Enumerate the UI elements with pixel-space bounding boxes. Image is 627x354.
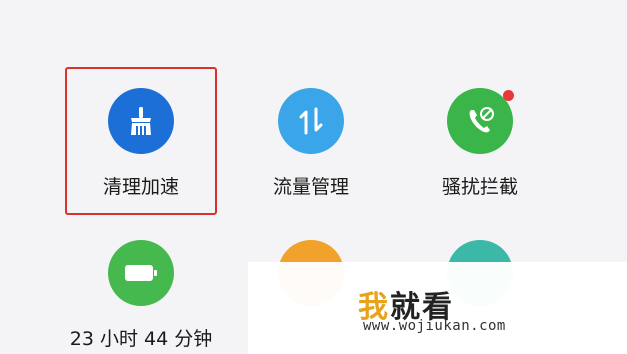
tile-label: 流量管理 — [272, 176, 350, 198]
tile-label: 23 小时 44 分钟 — [69, 328, 213, 350]
tile-label: 清理加速 — [102, 176, 180, 198]
watermark-url: www.wojiukan.com — [363, 318, 506, 334]
transfer-arrows-icon — [278, 88, 344, 154]
watermark: 我就看 www.wojiukan.com — [248, 262, 627, 354]
tile-label: 骚扰拦截 — [441, 176, 519, 198]
battery-icon — [108, 240, 174, 306]
broom-icon — [108, 88, 174, 154]
notification-badge — [503, 90, 514, 101]
